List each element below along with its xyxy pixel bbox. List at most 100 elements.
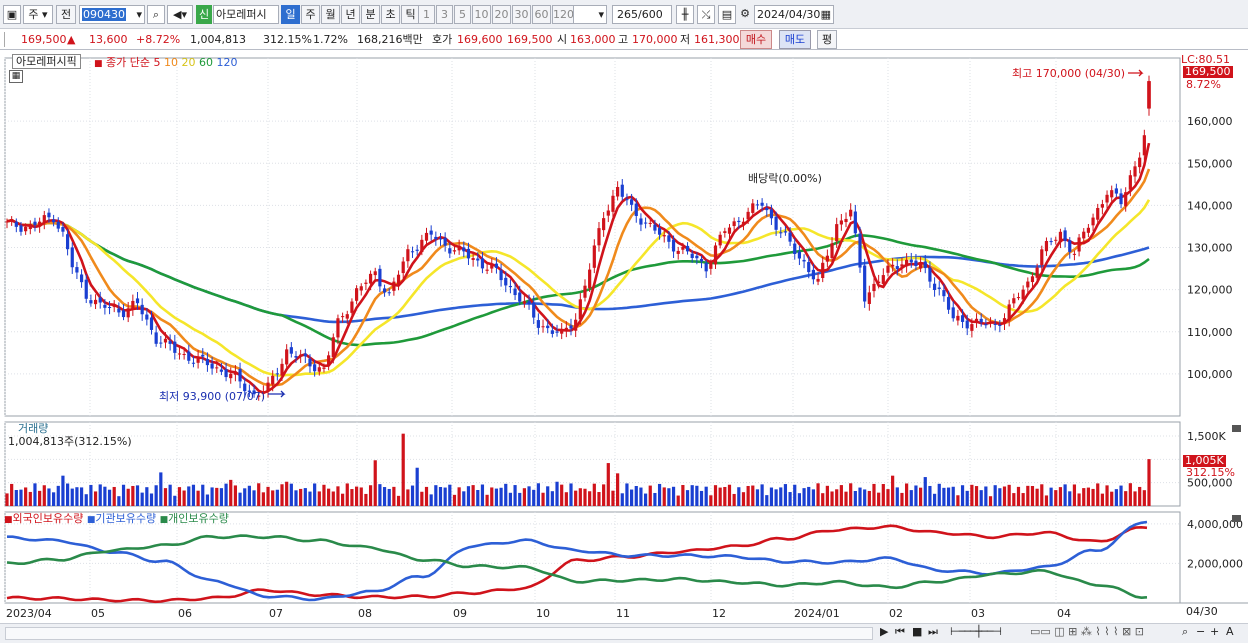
candle-body (289, 347, 293, 354)
volume-bar (70, 488, 74, 506)
volume-bar (769, 487, 774, 506)
last-page-icon[interactable]: ⏭ (928, 625, 938, 639)
candle-body (760, 202, 764, 206)
volume-bar (126, 488, 130, 506)
scroll-track[interactable] (5, 627, 873, 640)
tool-icon[interactable]: ⤯ (697, 5, 715, 24)
volume-bar (10, 483, 14, 506)
interval-tab-1[interactable]: 1 (418, 5, 435, 24)
volume-bar (1068, 491, 1072, 506)
period-tab-0[interactable]: 일 (281, 5, 300, 24)
window-menu-icon[interactable]: ▣ (3, 5, 21, 24)
volume-bar (401, 433, 405, 506)
volume-bar (285, 481, 289, 506)
candle-body (970, 324, 974, 331)
period-tab-1[interactable]: 주 (301, 5, 320, 24)
price-tick-label-2: 120,000 (1187, 284, 1233, 297)
sell-button[interactable]: 매도 (779, 30, 811, 49)
candle-body (755, 204, 760, 206)
volume-bar (1030, 486, 1035, 506)
volume-bar (518, 492, 522, 506)
candle-body (951, 307, 955, 319)
volume-bar (755, 489, 760, 506)
volume-bar (695, 485, 699, 506)
volume-bar (238, 492, 242, 506)
font-size-icon[interactable]: A (1226, 625, 1234, 638)
candle-body (1128, 175, 1132, 190)
volume-bar (79, 487, 84, 506)
candle-body (508, 285, 513, 288)
volume-bar (52, 492, 56, 506)
candle-body (928, 267, 932, 282)
candle-body (354, 288, 359, 301)
volume-bar (252, 490, 256, 506)
interval-tab-5[interactable]: 5 (454, 5, 471, 24)
candle-body (392, 281, 396, 291)
eval-button[interactable]: 평 (817, 30, 837, 49)
interval-tab-120[interactable]: 120 (552, 5, 575, 24)
interval-tab-10[interactable]: 10 (472, 5, 491, 24)
candle-body (690, 253, 694, 258)
candle-body (56, 221, 60, 229)
zoom-in-icon[interactable]: + (1210, 625, 1219, 638)
scroll-bar[interactable]: ▶ ⏮ ■ ⏭ ⊢───┼──⊣ ▭▭ ◫ ⊞ ⁂ ⌇ ⌇ ⌇ ⊠ ⊡ ⌕ − … (0, 623, 1248, 643)
count-input[interactable]: 265/600 (612, 5, 672, 24)
period-tab-5[interactable]: 초 (381, 5, 400, 24)
candle-body (564, 327, 568, 331)
stock-name-field[interactable]: 아모레퍼시 (213, 5, 279, 24)
volume-bar (839, 485, 843, 506)
volume-bar (1044, 495, 1049, 506)
candle-body (117, 308, 121, 313)
volume-bar (476, 490, 480, 506)
candle-body (998, 324, 1002, 326)
candle-body (830, 243, 834, 259)
volume-bar (1012, 493, 1016, 506)
volume-bar (392, 486, 396, 506)
candle-body (541, 326, 545, 328)
period-select[interactable]: 주 ▾ (23, 5, 53, 24)
scroll-right-icon[interactable]: ▶ (880, 625, 888, 638)
candle-body (84, 279, 88, 299)
gear-icon[interactable]: ⚙ (736, 5, 754, 24)
volume-bar (1142, 490, 1146, 506)
x-tick-label-1: 05 (91, 607, 105, 620)
stock-code-input[interactable]: 090430 ▾ (79, 5, 145, 24)
interval-input[interactable]: ▾ (573, 5, 607, 24)
candle-type-icon[interactable]: ╫ (676, 5, 694, 24)
candle-body (163, 338, 168, 343)
volume-bar (741, 492, 746, 506)
volume-bar (89, 484, 93, 506)
speaker-icon[interactable]: ◀▾ (167, 5, 193, 24)
zoom-search-icon[interactable]: ⌕ (1182, 625, 1188, 639)
date-input[interactable]: 2024/04/30 ▦ (754, 5, 834, 24)
buy-button[interactable]: 매수 (740, 30, 772, 49)
interval-tab-20[interactable]: 20 (492, 5, 511, 24)
volume-bar (1119, 485, 1123, 506)
period-tab-4[interactable]: 분 (361, 5, 380, 24)
table-icon[interactable]: ▦ (9, 70, 23, 83)
prev-button[interactable]: 전 (56, 5, 76, 24)
dividend-annotation: 배당락(0.00%) (748, 172, 822, 185)
volume-bar (849, 483, 853, 506)
period-tab-3[interactable]: 년 (341, 5, 360, 24)
period-tab-2[interactable]: 월 (321, 5, 340, 24)
stop-icon[interactable]: ■ (912, 625, 922, 638)
volume-bar (410, 485, 415, 506)
volume-bar (38, 490, 42, 506)
first-page-icon[interactable]: ⏮ (895, 625, 905, 639)
calendar-icon: ▦ (820, 8, 831, 21)
new-badge: 신 (196, 5, 212, 24)
volume-bar (853, 491, 857, 506)
interval-tab-3[interactable]: 3 (436, 5, 453, 24)
volume-bar (657, 483, 662, 506)
zoom-out-icon[interactable]: − (1196, 625, 1205, 638)
volume-bar (65, 483, 70, 506)
chart-tools-icon[interactable]: ▭▭ ◫ ⊞ ⁂ ⌇ ⌇ ⌇ ⊠ ⊡ (1030, 625, 1144, 638)
zoom-slider[interactable]: ⊢───┼──⊣ (950, 625, 1002, 638)
candle-body (900, 264, 904, 267)
interval-tab-60[interactable]: 60 (532, 5, 551, 24)
search-icon[interactable]: ⌕ (147, 5, 165, 24)
volume-bar (909, 490, 913, 506)
interval-tab-30[interactable]: 30 (512, 5, 531, 24)
save-icon[interactable]: ▤ (718, 5, 736, 24)
